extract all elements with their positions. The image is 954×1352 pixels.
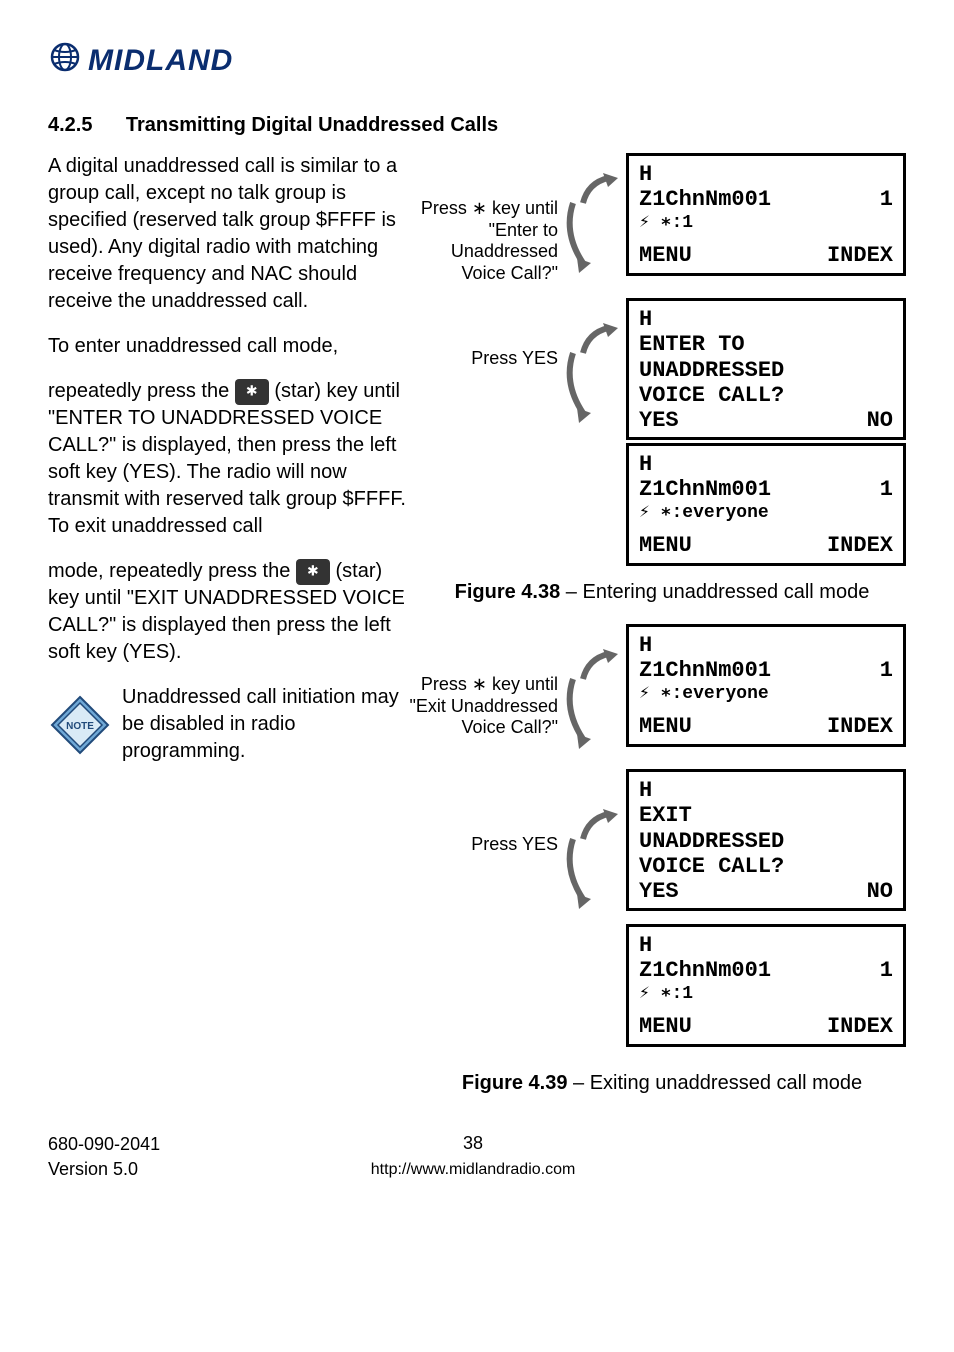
body-paragraph-2b: repeatedly press the (star) key until "E…	[48, 378, 408, 540]
lcd-softkey: INDEX	[827, 714, 893, 739]
lcd-line: Z1ChnNm001	[639, 958, 771, 983]
figure-caption: Figure 4.39 – Exiting unaddressed call m…	[418, 1070, 906, 1097]
lcd-line: H	[639, 633, 652, 658]
globe-icon	[48, 40, 82, 82]
lcd-line: H	[639, 162, 652, 187]
lcd-screen: H Z1ChnNm001 1 ⚡ ∗:1 MENU INDEX	[626, 924, 906, 1047]
star-key-icon	[296, 559, 330, 585]
section-number: 4.2.5	[48, 114, 92, 136]
lcd-softkey: YES	[639, 879, 679, 904]
lcd-line: 1	[880, 187, 893, 212]
lcd-line: ENTER TO	[639, 332, 745, 357]
figure-title: – Exiting unaddressed call mode	[567, 1072, 862, 1094]
section-title: Transmitting Digital Unaddressed Calls	[126, 114, 498, 136]
figure-4-39-diagram: Press ∗ key until "Exit Unaddressed Voic…	[418, 624, 906, 1064]
text-fragment: (star) key until "ENTER TO UNADDRESSED V…	[48, 380, 406, 537]
body-paragraph-2a: To enter unaddressed call mode,	[48, 333, 408, 360]
doc-number: 680-090-2041	[48, 1132, 160, 1156]
body-paragraph-3: mode, repeatedly press the (star) key un…	[48, 558, 408, 666]
page-footer: 680-090-2041 Version 5.0 38 http://www.m…	[48, 1131, 906, 1181]
text-fragment: repeatedly press the	[48, 380, 235, 402]
lcd-line: 1	[880, 958, 893, 983]
footer-left: 680-090-2041 Version 5.0	[48, 1132, 160, 1181]
lcd-screen: H EXIT UNADDRESSED VOICE CALL? YES NO	[626, 769, 906, 911]
page-number: 38	[160, 1131, 786, 1155]
step-label: Press YES	[438, 834, 558, 856]
lcd-line: VOICE CALL?	[639, 383, 784, 408]
lcd-line: ⚡ ∗:1	[639, 213, 693, 234]
lcd-line: VOICE CALL?	[639, 854, 784, 879]
lcd-screen: H Z1ChnNm001 1 ⚡ ∗:1 MENU INDEX	[626, 153, 906, 276]
lcd-line: H	[639, 307, 652, 332]
lcd-screen: H Z1ChnNm001 1 ⚡ ∗:everyone MENU INDEX	[626, 624, 906, 747]
svg-text:NOTE: NOTE	[66, 721, 94, 732]
lcd-line: 1	[880, 658, 893, 683]
lcd-line: H	[639, 452, 652, 477]
lcd-screen: H ENTER TO UNADDRESSED VOICE CALL? YES N…	[626, 298, 906, 440]
lcd-line: EXIT	[639, 803, 692, 828]
doc-version: Version 5.0	[48, 1157, 160, 1181]
lcd-line: H	[639, 778, 652, 803]
brand-text: MIDLAND	[88, 41, 233, 82]
lcd-line: Z1ChnNm001	[639, 187, 771, 212]
note-text: Unaddressed call initiation may be disab…	[122, 684, 408, 765]
lcd-line: H	[639, 933, 652, 958]
arrow-icon	[563, 173, 623, 333]
figure-number: Figure 4.38	[455, 581, 561, 603]
lcd-softkey: INDEX	[827, 243, 893, 268]
note-badge-icon: NOTE	[48, 693, 112, 757]
lcd-line: ⚡ ∗:everyone	[639, 684, 769, 705]
star-key-icon	[235, 379, 269, 405]
step-label: Press YES	[438, 348, 558, 370]
step-label: Press ∗ key until "Exit Unaddressed Voic…	[408, 674, 558, 739]
step-label: Press ∗ key until "Enter to Unaddressed …	[408, 198, 558, 284]
figure-caption: Figure 4.38 – Entering unaddressed call …	[418, 579, 906, 606]
lcd-softkey: INDEX	[827, 1014, 893, 1039]
arrow-icon	[563, 649, 623, 809]
lcd-softkey: YES	[639, 408, 679, 433]
lcd-softkey: MENU	[639, 714, 692, 739]
lcd-softkey: MENU	[639, 1014, 692, 1039]
body-paragraph-1: A digital unaddressed call is similar to…	[48, 153, 408, 315]
brand-logo: MIDLAND	[48, 40, 906, 82]
lcd-line: Z1ChnNm001	[639, 477, 771, 502]
lcd-softkey: INDEX	[827, 533, 893, 558]
lcd-screen: H Z1ChnNm001 1 ⚡ ∗:everyone MENU INDEX	[626, 443, 906, 566]
lcd-softkey: MENU	[639, 533, 692, 558]
note-block: NOTE Unaddressed call initiation may be …	[48, 684, 408, 765]
lcd-line: 1	[880, 477, 893, 502]
lcd-line: ⚡ ∗:1	[639, 984, 693, 1005]
lcd-line: Z1ChnNm001	[639, 658, 771, 683]
figure-number: Figure 4.39	[462, 1072, 568, 1094]
lcd-line: UNADDRESSED	[639, 358, 784, 383]
text-fragment: mode, repeatedly press the	[48, 560, 296, 582]
lcd-softkey: NO	[867, 879, 893, 904]
figure-title: – Entering unaddressed call mode	[560, 581, 869, 603]
figure-4-38-diagram: Press ∗ key until "Enter to Unaddressed …	[418, 153, 906, 573]
lcd-softkey: MENU	[639, 243, 692, 268]
arrow-icon	[563, 809, 623, 969]
section-heading: 4.2.5 Transmitting Digital Unaddressed C…	[48, 112, 906, 139]
arrow-icon	[563, 323, 623, 483]
footer-url: http://www.midlandradio.com	[160, 1159, 786, 1181]
lcd-line: ⚡ ∗:everyone	[639, 503, 769, 524]
lcd-line: UNADDRESSED	[639, 829, 784, 854]
lcd-softkey: NO	[867, 408, 893, 433]
